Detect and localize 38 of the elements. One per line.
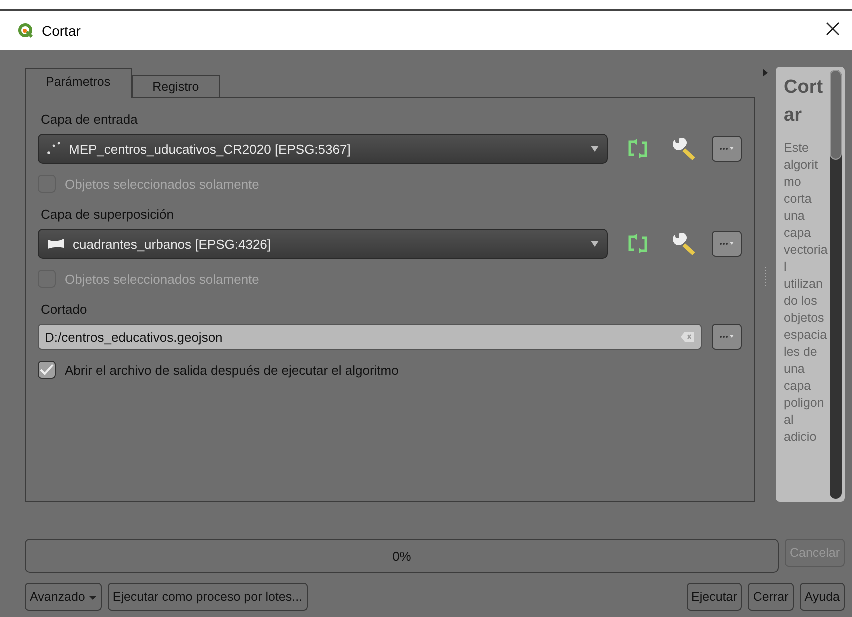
caret-icon xyxy=(591,241,599,247)
output-path-field[interactable]: D:/centros_educativos.geojson xyxy=(38,324,702,350)
field-label: Capa de superposición xyxy=(41,207,175,222)
clear-icon[interactable] xyxy=(681,332,695,342)
expand-arrow-icon[interactable] xyxy=(763,69,768,77)
browse-button[interactable] xyxy=(712,324,742,350)
wrench-icon[interactable] xyxy=(672,137,698,161)
layer-dropdown[interactable]: cuadrantes_urbanos [EPSG:4326] xyxy=(38,229,608,259)
app-logo-icon xyxy=(18,22,34,38)
sync-icon[interactable] xyxy=(626,138,650,160)
checkbox[interactable] xyxy=(38,361,56,379)
window-title: Cortar xyxy=(42,22,82,38)
polygon-icon xyxy=(47,238,65,250)
help-text: Este algoritmo corta una capa vectorial utilizando los objetos espaciales de una capa poligonal adicio xyxy=(784,140,828,446)
checkbox-label: Abrir el archivo de salida después de ejecutar el algoritmo xyxy=(65,362,399,378)
tab[interactable]: Registro xyxy=(132,75,220,97)
browse-button[interactable] xyxy=(712,136,742,162)
field-label: Capa de entrada xyxy=(41,112,139,127)
scrollbar[interactable] xyxy=(830,70,842,499)
checkbox-label: Objetos seleccionados solamente xyxy=(65,272,260,286)
layer-dropdown[interactable]: MEP_centros_uducativos_CR2020 [EPSG:5367] xyxy=(38,134,608,164)
dialog-button[interactable]: Ayuda xyxy=(800,583,845,611)
splitter-handle-icon[interactable] xyxy=(764,267,766,287)
advanced-menu-button[interactable]: Avanzado xyxy=(25,583,102,611)
caret-icon xyxy=(88,595,97,601)
dialog-button[interactable]: Ejecutar xyxy=(686,583,742,611)
dialog-button[interactable]: Cerrar xyxy=(748,583,794,611)
tab[interactable]: Parámetros xyxy=(25,68,132,98)
wrench-icon[interactable] xyxy=(672,232,698,256)
browse-button[interactable] xyxy=(712,231,742,257)
field-label: Cortado xyxy=(41,302,88,317)
batch-button[interactable]: Ejecutar como proceso por lotes... xyxy=(108,583,308,611)
checkbox-label: Objetos seleccionados solamente xyxy=(65,176,260,192)
sync-icon[interactable] xyxy=(626,233,650,255)
caret-icon xyxy=(591,146,599,152)
progress-reading: 0% xyxy=(392,548,412,564)
points-icon xyxy=(47,142,61,156)
help-title: Cortar xyxy=(784,76,824,128)
